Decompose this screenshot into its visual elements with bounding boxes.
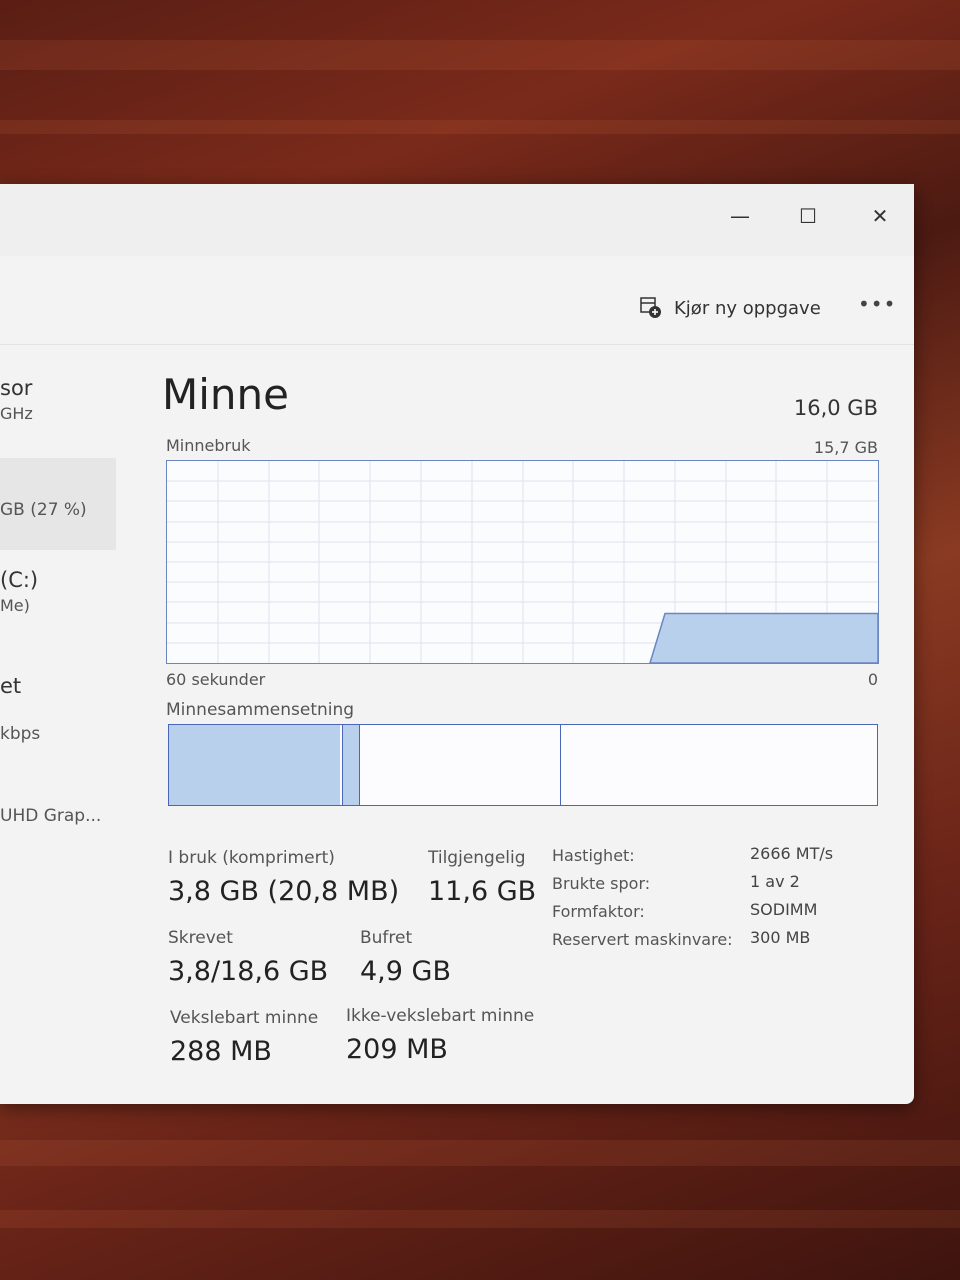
minimize-button[interactable]: — [722,200,758,232]
memory-usage-graph [166,460,879,664]
form-factor-label: Formfaktor: [552,902,645,921]
available-label: Tilgjengelig [428,848,526,868]
cached-value: 4,9 GB [360,956,451,987]
available-value: 11,6 GB [428,876,537,907]
composition-in-use-segment [169,725,340,805]
sidebar-item-cpu-detail: GHz [0,404,33,423]
time-axis-right-label: 0 [867,670,878,689]
committed-label: Skrevet [168,928,233,948]
title-bar: — ☐ ✕ [0,184,914,256]
memory-usage-area [649,612,878,663]
new-task-icon [640,297,662,319]
run-new-task-button[interactable]: Kjør ny oppgave [640,294,821,322]
composition-standby-segment [360,725,561,805]
slots-used-value: 1 av 2 [750,872,800,891]
time-axis-left-label: 60 sekunder [166,670,266,689]
more-options-button[interactable]: ••• [858,292,896,316]
command-bar: Kjør ny oppgave ••• [0,272,914,345]
composition-modified-segment [342,725,360,805]
cached-label: Bufret [360,928,413,948]
memory-usage-chart [167,461,878,663]
memory-composition-bar [168,724,878,806]
committed-value: 3,8/18,6 GB [168,956,329,987]
speed-label: Hastighet: [552,846,635,865]
page-title: Minne [162,370,289,419]
task-manager-window: — ☐ ✕ Kjør ny oppgave ••• sor GHz GB (27… [0,184,914,1104]
nonpaged-pool-value: 209 MB [346,1034,448,1065]
memory-composition-label: Minnesammensetning [166,700,355,720]
total-memory: 16,0 GB [793,396,878,420]
sidebar-item-network-label[interactable]: et [0,674,21,698]
nonpaged-pool-label: Ikke-vekslebart minne [346,1006,535,1026]
sidebar-item-disk-detail: Me) [0,596,30,615]
hardware-reserved-value: 300 MB [750,928,811,947]
sidebar-item-cpu-label[interactable]: sor [0,376,32,400]
memory-usage-max: 15,7 GB [813,438,878,457]
paged-pool-value: 288 MB [170,1036,272,1067]
in-use-value: 3,8 GB (20,8 MB) [168,876,400,907]
sidebar-item-memory-detail: GB (27 %) [0,500,87,520]
memory-usage-label: Minnebruk [166,436,251,455]
close-button[interactable]: ✕ [862,200,898,232]
speed-value: 2666 MT/s [750,844,834,863]
sidebar-item-network-detail: kbps [0,724,41,744]
composition-free-segment [562,725,875,805]
paged-pool-label: Vekslebart minne [170,1008,319,1028]
form-factor-value: SODIMM [750,900,818,919]
in-use-label: I bruk (komprimert) [168,848,335,868]
sidebar-item-disk-label[interactable]: (C:) [0,568,38,592]
sidebar-item-gpu-detail[interactable]: UHD Grap... [0,806,101,826]
slots-used-label: Brukte spor: [552,874,651,893]
hardware-reserved-label: Reservert maskinvare: [552,930,733,949]
maximize-button[interactable]: ☐ [790,200,826,232]
run-new-task-label: Kjør ny oppgave [674,297,821,319]
